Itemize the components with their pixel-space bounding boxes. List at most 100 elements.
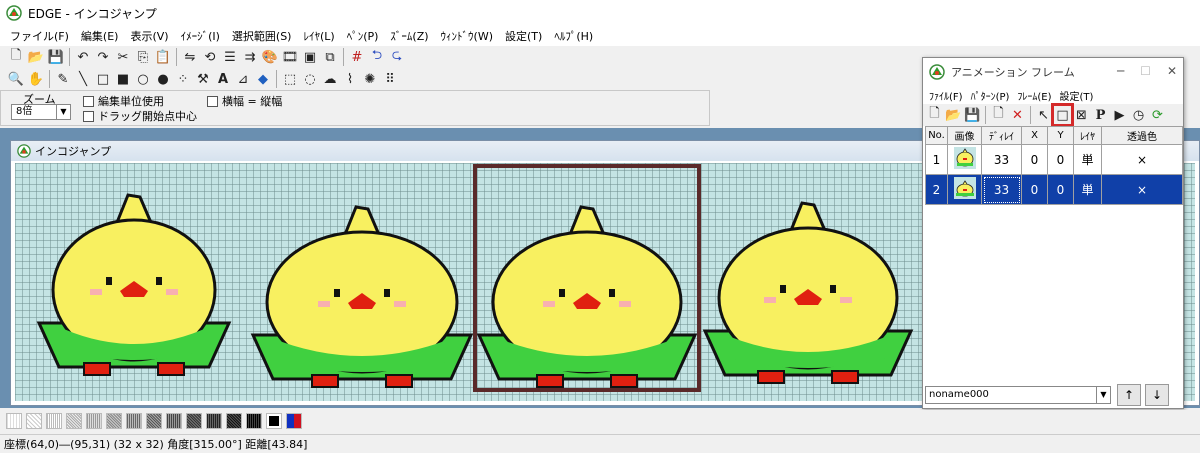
menu-view[interactable]: 表示(V) [124,28,174,44]
copy-icon[interactable]: ⎘ [133,47,153,67]
save-icon[interactable]: 💾 [963,105,982,125]
hand-icon[interactable]: ✋ [26,69,46,89]
filled-rectangle-icon[interactable]: ■ [113,69,133,89]
anim-menu-settings[interactable]: 設定(T) [1056,88,1098,103]
pattern-swatch-selected[interactable] [266,413,282,429]
chevron-down-icon[interactable]: ▼ [56,105,70,119]
eyedropper-icon[interactable]: ⊿ [233,69,253,89]
close-icon[interactable]: ✕ [1167,64,1177,78]
p-icon[interactable]: P [1091,105,1110,125]
pencil-icon[interactable]: ✎ [53,69,73,89]
pattern-swatch[interactable] [6,413,22,429]
checkbox-box[interactable] [207,95,218,107]
magnifier-icon[interactable]: 🔍 [6,69,26,89]
anim-menu-file[interactable]: ﾌｧｲﾙ(F) [925,88,967,103]
table-row-selected[interactable]: 2 33 0 0 単 × [925,174,1183,205]
fg-bg-color-swatch[interactable] [286,413,302,429]
pattern-swatch[interactable] [206,413,222,429]
grid-toggle-icon[interactable]: # [347,47,367,67]
redo-icon[interactable]: ↷ [93,47,113,67]
color-select-icon[interactable]: ✺ [360,69,380,89]
undo-icon[interactable]: ↶ [73,47,93,67]
new-file-icon[interactable]: 🗋 [6,47,26,67]
ellipse-select-icon[interactable]: ◌ [300,69,320,89]
refresh-icon[interactable]: ⟳ [1148,105,1167,125]
spray-icon[interactable]: ⁘ [173,69,193,89]
pattern-swatch[interactable] [46,413,62,429]
open-folder-icon[interactable]: 📂 [944,105,963,125]
pattern-swatch[interactable] [26,413,42,429]
toolbar-separator [985,106,986,124]
checkbox-box[interactable] [83,110,94,122]
pointer-icon[interactable]: ↖ [1034,105,1053,125]
shift-icon[interactable]: ⇉ [240,47,260,67]
save-icon[interactable]: 💾 [46,47,66,67]
magic-wand-icon[interactable]: ⌇ [340,69,360,89]
fill-bucket-icon[interactable]: ◆ [253,69,273,89]
pattern-swatch[interactable] [246,413,262,429]
pattern-swatch[interactable] [66,413,82,429]
pattern-swatch[interactable] [126,413,142,429]
forward-arrow-icon[interactable]: ⮎ [387,47,407,67]
menu-settings[interactable]: 設定(T) [499,28,548,44]
menu-selection[interactable]: 選択範囲(S) [226,28,298,44]
rectangle-icon[interactable]: □ [93,69,113,89]
anim-menu-frame[interactable]: ﾌﾚｰﾑ(E) [1013,88,1055,103]
cut-icon[interactable]: ✂ [113,47,133,67]
clear-frame-icon[interactable]: ⊠ [1072,105,1091,125]
menu-file[interactable]: ファイル(F) [4,28,75,44]
back-arrow-icon[interactable]: ⮌ [367,47,387,67]
frame-name-dropdown[interactable]: noname000 ▼ [925,386,1111,404]
grid-lines-icon[interactable]: ☰ [220,47,240,67]
move-down-button[interactable]: ↓ [1145,384,1169,406]
menu-help[interactable]: ﾍﾙﾌﾟ(H) [548,28,599,44]
line-icon[interactable]: ╲ [73,69,93,89]
toolbar-separator [69,48,70,66]
hammer-icon[interactable]: ⚒ [193,69,213,89]
anim-menu-pattern[interactable]: ﾊﾟﾀｰﾝ(P) [967,88,1014,103]
capture-icon[interactable]: ⧉ [320,47,340,67]
filled-ellipse-icon[interactable]: ● [153,69,173,89]
pattern-palette [0,410,1200,432]
clock-icon[interactable]: ◷ [1129,105,1148,125]
add-frame-icon[interactable]: 🗋 [989,105,1008,125]
minimize-icon[interactable]: ─ [1117,64,1124,78]
drag-center-checkbox[interactable]: ドラッグ開始点中心 [83,108,197,124]
preview-icon[interactable]: ▣ [300,47,320,67]
move-up-button[interactable]: ↑ [1117,384,1141,406]
width-eq-height-checkbox[interactable]: 横幅 = 縦幅 [207,93,282,109]
text-icon[interactable]: A [213,69,233,89]
pattern-swatch[interactable] [146,413,162,429]
move-select-icon[interactable]: ⠿ [380,69,400,89]
pattern-swatch[interactable] [166,413,182,429]
pattern-swatch[interactable] [106,413,122,429]
menu-window[interactable]: ｳｨﾝﾄﾞｳ(W) [435,28,499,44]
ellipse-icon[interactable]: ○ [133,69,153,89]
lasso-select-icon[interactable]: ☁ [320,69,340,89]
play-icon[interactable]: ▶ [1110,105,1129,125]
chevron-down-icon[interactable]: ▼ [1096,387,1110,403]
frame-rect-icon[interactable]: □ [1051,103,1074,127]
paste-icon[interactable]: 📋 [153,47,173,67]
menu-layer[interactable]: ﾚｲﾔ(L) [297,28,340,44]
flip-horizontal-icon[interactable]: ⇋ [180,47,200,67]
menu-edit[interactable]: 編集(E) [75,28,125,44]
pattern-swatch[interactable] [86,413,102,429]
table-row[interactable]: 1 33 0 0 単 × [925,144,1183,175]
new-file-icon[interactable]: 🗋 [925,105,944,125]
palette-icon[interactable]: 🎨 [260,47,280,67]
pattern-swatch[interactable] [186,413,202,429]
checkbox-box[interactable] [83,95,94,107]
open-folder-icon[interactable]: 📂 [26,47,46,67]
rect-select-icon[interactable]: ⬚ [280,69,300,89]
pattern-swatch[interactable] [226,413,242,429]
filmstrip-icon[interactable]: 🎞 [280,47,300,67]
rotate-icon[interactable]: ⟲ [200,47,220,67]
maximize-icon[interactable]: ☐ [1140,64,1151,78]
zoom-dropdown[interactable]: 8倍 ▼ [11,104,71,120]
delete-frame-icon[interactable]: ✕ [1008,105,1027,125]
edit-unit-checkbox[interactable]: 編集単位使用 [83,93,164,109]
menu-image[interactable]: ｲﾒｰｼﾞ(I) [175,28,226,44]
menu-zoom[interactable]: ｽﾞｰﾑ(Z) [384,28,434,44]
menu-pen[interactable]: ﾍﾟﾝ(P) [341,28,385,44]
